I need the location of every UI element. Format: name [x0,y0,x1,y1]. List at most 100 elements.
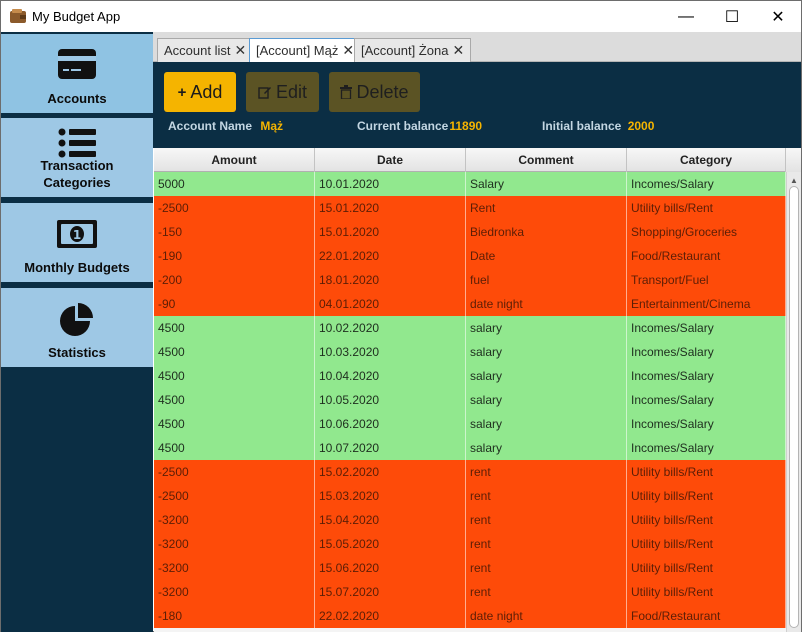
initial-balance-info: Initial balance 2000 [542,119,654,133]
comment-cell: salary [466,340,627,364]
sidebar-item-label: Monthly Budgets [24,260,130,275]
table-row[interactable]: -3200 15.04.2020 rent Utility bills/Rent [154,508,786,532]
date-cell: 15.01.2020 [315,196,466,220]
add-button[interactable]: + Add [164,72,236,112]
title-bar: My Budget App — ☐ ✕ [1,1,801,32]
comment-cell: Salary [466,172,627,196]
sidebar-item-statistics[interactable]: Statistics [1,286,153,368]
comment-cell: Rent [466,196,627,220]
amount-cell: -2500 [154,460,315,484]
sidebar-item-label: Accounts [47,91,107,106]
close-icon[interactable]: ✕ [234,42,246,59]
delete-button[interactable]: Delete [329,72,420,112]
transactions-table: Amount Date Comment Category 5000 10.01.2… [154,148,801,632]
amount-cell: -180 [154,604,315,628]
scroll-thumb[interactable] [789,186,799,628]
category-cell: Food/Restaurant [627,604,786,628]
tab-label: [Account] Żona [361,43,449,58]
list-icon [58,128,96,158]
comment-cell: date night [466,292,627,316]
tab-account-zona[interactable]: [Account] Żona ✕ [354,38,472,62]
table-row[interactable]: 4500 10.02.2020 salary Incomes/Salary [154,316,786,340]
table-row[interactable]: -2500 15.02.2020 rent Utility bills/Rent [154,460,786,484]
table-header: Amount Date Comment Category [154,148,801,172]
date-cell: 15.02.2020 [315,460,466,484]
edit-icon [258,87,271,99]
sidebar-item-monthly-budgets[interactable]: 1 Monthly Budgets [1,201,153,283]
table-row[interactable]: 4500 10.04.2020 salary Incomes/Salary [154,364,786,388]
amount-cell: -90 [154,292,315,316]
account-name-info: Account Name Mąż [168,119,283,133]
sidebar-item-transaction-categories[interactable]: Transaction Categories [1,116,153,198]
maximize-button[interactable]: ☐ [709,1,755,32]
category-cell: Incomes/Salary [627,388,786,412]
table-row[interactable]: -90 04.01.2020 date night Entertainment/Cin… [154,292,786,316]
current-balance-value: 11890 [449,119,483,133]
close-icon[interactable]: ✕ [452,42,464,59]
delete-button-label: Delete [356,81,409,102]
comment-cell: rent [466,508,627,532]
amount-cell: -3200 [154,532,315,556]
amount-cell: 4500 [154,412,315,436]
date-cell: 15.07.2020 [315,580,466,604]
sidebar-item-accounts[interactable]: Accounts [1,32,153,114]
tab-label: Account list [164,43,231,58]
category-cell: Incomes/Salary [627,340,786,364]
table-row[interactable]: -3200 15.05.2020 rent Utility bills/Rent [154,532,786,556]
comment-cell: salary [466,316,627,340]
close-button[interactable]: ✕ [755,1,801,32]
table-row[interactable]: -3200 15.07.2020 rent Utility bills/Rent [154,580,786,604]
table-row[interactable]: -150 15.01.2020 Biedronka Shopping/Grocerie… [154,220,786,244]
date-cell: 04.01.2020 [315,292,466,316]
amount-cell: -150 [154,220,315,244]
comment-cell: rent [466,580,627,604]
comment-cell: salary [466,436,627,460]
date-cell: 18.01.2020 [315,268,466,292]
date-cell: 10.02.2020 [315,316,466,340]
category-cell: Utility bills/Rent [627,580,786,604]
category-cell: Incomes/Salary [627,316,786,340]
minimize-button[interactable]: — [663,1,709,32]
table-row[interactable]: 4500 10.06.2020 salary Incomes/Salary [154,412,786,436]
table-row[interactable]: -2500 15.03.2020 rent Utility bills/Rent [154,484,786,508]
date-cell: 10.03.2020 [315,340,466,364]
column-header-date[interactable]: Date [315,148,466,172]
category-cell: Utility bills/Rent [627,556,786,580]
tab-account-maz[interactable]: [Account] Mąż ✕ [249,38,362,62]
table-row[interactable]: -180 22.02.2020 date night Food/Restaurant [154,604,786,628]
table-row[interactable]: -200 18.01.2020 fuel Transport/Fuel [154,268,786,292]
table-row[interactable]: -3200 15.06.2020 rent Utility bills/Rent [154,556,786,580]
svg-text:1: 1 [73,228,81,242]
edit-button-label: Edit [275,81,308,102]
table-body: 5000 10.01.2020 Salary Incomes/Salary -2500 1… [154,172,786,628]
table-row[interactable]: 4500 10.03.2020 salary Incomes/Salary [154,340,786,364]
amount-cell: 4500 [154,316,315,340]
column-header-comment[interactable]: Comment [466,148,627,172]
table-row[interactable]: 4500 10.07.2020 salary Incomes/Salary [154,436,786,460]
close-icon[interactable]: ✕ [342,42,354,59]
account-name-label: Account Name [168,119,253,133]
scroll-up-icon[interactable]: ▲ [787,176,801,186]
app-window: My Budget App — ☐ ✕ Accounts Transaction… [0,0,802,632]
table-row[interactable]: -2500 15.01.2020 Rent Utility bills/Rent [154,196,786,220]
account-name-value: Mąż [260,119,284,133]
trash-icon [340,85,353,99]
amount-cell: 4500 [154,436,315,460]
table-row[interactable]: 4500 10.05.2020 salary Incomes/Salary [154,388,786,412]
table-row[interactable]: 5000 10.01.2020 Salary Incomes/Salary [154,172,786,196]
table-row[interactable]: -190 22.01.2020 Date Food/Restaurant [154,244,786,268]
category-cell: Incomes/Salary [627,412,786,436]
vertical-scrollbar[interactable]: ▲ [786,172,801,632]
amount-cell: 4500 [154,388,315,412]
category-cell: Transport/Fuel [627,268,786,292]
date-cell: 15.06.2020 [315,556,466,580]
column-header-amount[interactable]: Amount [154,148,315,172]
date-cell: 22.01.2020 [315,244,466,268]
column-header-category[interactable]: Category [627,148,786,172]
tab-label: [Account] Mąż [256,43,339,58]
category-cell: Incomes/Salary [627,364,786,388]
sidebar-item-label: Transaction Categories [40,158,114,190]
tab-account-list[interactable]: Account list ✕ [157,38,254,62]
category-cell: Utility bills/Rent [627,460,786,484]
edit-button[interactable]: Edit [246,72,319,112]
